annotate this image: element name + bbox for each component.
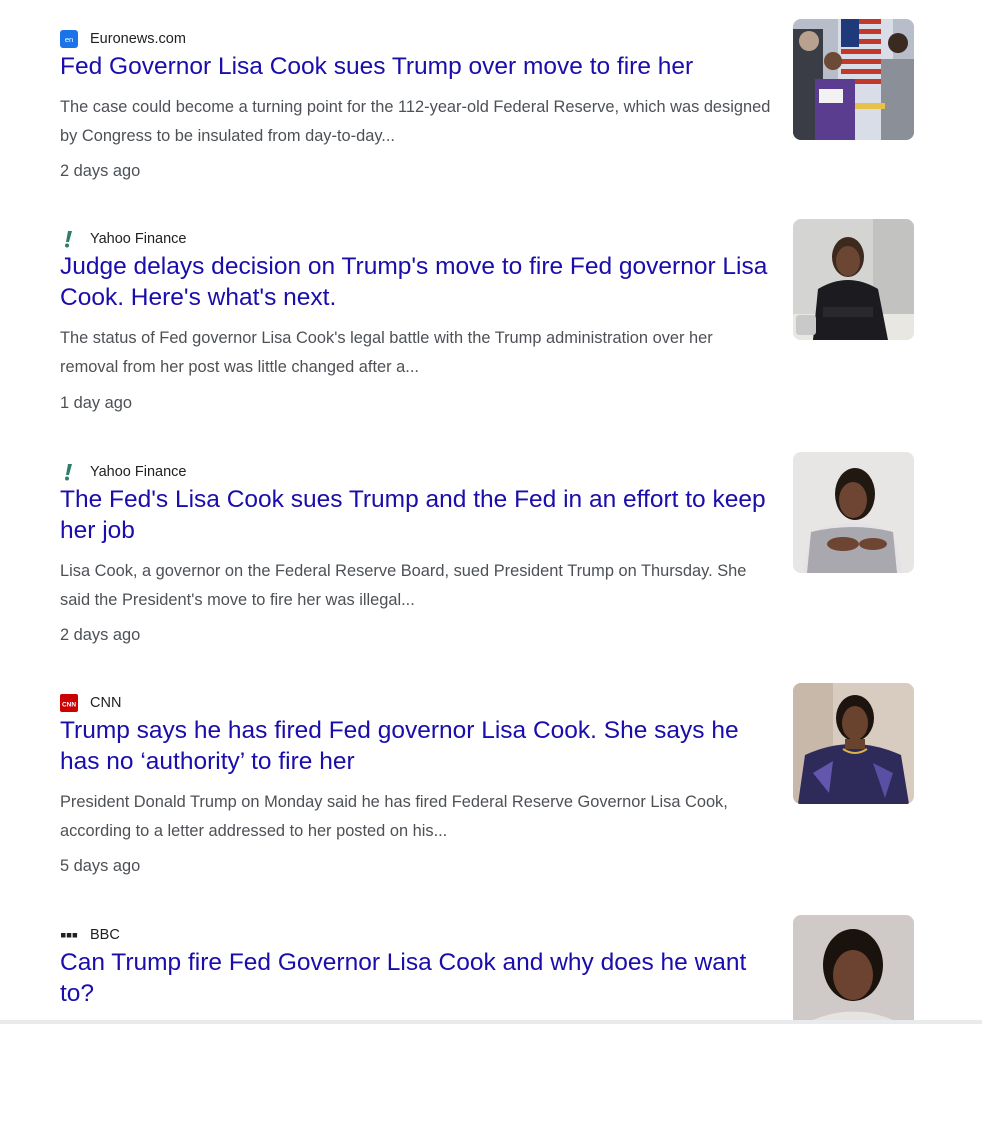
article-headline-link[interactable]: Fed Governor Lisa Cook sues Trump over m… [60,51,772,82]
source-row: BBC [60,925,120,945]
euronews-logo-icon: en [60,30,78,48]
news-card-bbc[interactable]: BBC Can Trump fire Fed Governor Lisa Coo… [0,915,982,1147]
source-row: CNN CNN [60,693,121,713]
article-snippet: Lisa Cook, a governor on the Federal Res… [60,562,747,609]
article-time: 2 days ago [60,626,141,644]
page-bottom-divider [0,1020,982,1024]
article-headline-link[interactable]: Judge delays decision on Trump's move to… [60,251,772,313]
yahoo-finance-icon [60,230,78,248]
source-row: Yahoo Finance [60,229,186,249]
yahoo-finance-icon [60,463,78,481]
article-thumbnail[interactable] [793,452,914,573]
news-card-yahoo-finance-1[interactable]: Yahoo Finance Judge delays decision on T… [0,219,982,451]
source-name[interactable]: CNN [90,695,121,711]
article-snippet: The case could become a turning point fo… [60,98,771,145]
article-thumbnail[interactable] [793,915,914,1020]
article-thumbnail[interactable] [793,19,914,140]
article-headline-link[interactable]: Trump says he has fired Fed governor Lis… [60,715,772,777]
article-time: 2 days ago [60,162,141,180]
news-card-cnn[interactable]: CNN CNN Trump says he has fired Fed gove… [0,683,982,915]
cnn-logo-icon: CNN [60,694,78,712]
news-card-euronews[interactable]: en Euronews.com Fed Governor Lisa Cook s… [0,19,982,251]
source-name[interactable]: Euronews.com [90,31,186,47]
source-row: Yahoo Finance [60,462,186,482]
svg-text:en: en [65,35,73,44]
source-name[interactable]: Yahoo Finance [90,231,186,247]
article-thumbnail[interactable] [793,683,914,804]
svg-text:CNN: CNN [62,702,76,709]
source-name[interactable]: BBC [90,927,120,943]
article-snippet: The status of Fed governor Lisa Cook's l… [60,329,713,376]
article-thumbnail[interactable] [793,219,914,340]
news-card-yahoo-finance-2[interactable]: Yahoo Finance The Fed's Lisa Cook sues T… [0,452,982,684]
source-row: en Euronews.com [60,29,186,49]
article-snippet: President Donald Trump on Monday said he… [60,793,728,840]
bbc-logo-icon [60,926,78,944]
article-headline-link[interactable]: Can Trump fire Fed Governor Lisa Cook an… [60,947,772,1009]
article-headline-link[interactable]: The Fed's Lisa Cook sues Trump and the F… [60,484,772,546]
article-time: 5 days ago [60,857,141,875]
article-time: 1 day ago [60,394,132,412]
source-name[interactable]: Yahoo Finance [90,464,186,480]
